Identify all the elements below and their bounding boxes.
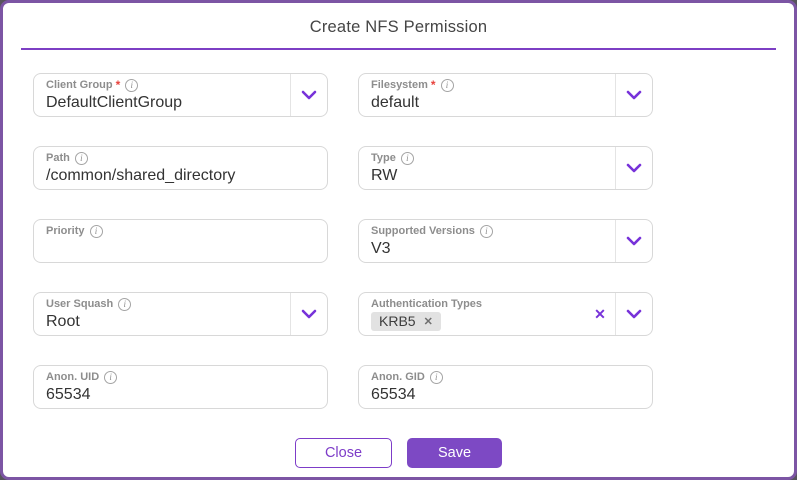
info-icon[interactable]: i bbox=[441, 79, 454, 92]
info-icon[interactable]: i bbox=[430, 371, 443, 384]
dialog-title: Create NFS Permission bbox=[21, 18, 776, 37]
filesystem-label: Filesystem bbox=[371, 79, 428, 91]
auth-type-tag-label: KRB5 bbox=[379, 313, 416, 329]
info-icon[interactable]: i bbox=[118, 298, 131, 311]
close-button[interactable]: Close bbox=[295, 438, 392, 468]
supported-versions-dropdown-toggle[interactable] bbox=[615, 220, 652, 262]
info-icon[interactable]: i bbox=[480, 225, 493, 238]
info-icon[interactable]: i bbox=[90, 225, 103, 238]
user-squash-select[interactable]: User Squash i Root bbox=[33, 292, 328, 336]
save-button[interactable]: Save bbox=[407, 438, 502, 468]
user-squash-value[interactable]: Root bbox=[46, 311, 290, 332]
info-icon[interactable]: i bbox=[401, 152, 414, 165]
client-group-label: Client Group bbox=[46, 79, 113, 91]
priority-field[interactable]: Priority i bbox=[33, 219, 328, 263]
type-dropdown-toggle[interactable] bbox=[615, 147, 652, 189]
type-value[interactable]: RW bbox=[371, 165, 615, 186]
form-grid: Client Group * i DefaultClientGroup File… bbox=[33, 73, 653, 409]
authentication-types-multiselect[interactable]: Authentication Types KRB5 ✕ ✕ bbox=[358, 292, 653, 336]
client-group-value[interactable]: DefaultClientGroup bbox=[46, 92, 290, 113]
user-squash-dropdown-toggle[interactable] bbox=[290, 293, 327, 335]
authentication-types-label: Authentication Types bbox=[371, 298, 482, 310]
supported-versions-label: Supported Versions bbox=[371, 225, 475, 237]
authentication-types-dropdown-toggle[interactable] bbox=[615, 293, 652, 335]
chevron-down-icon bbox=[301, 90, 317, 100]
info-icon[interactable]: i bbox=[75, 152, 88, 165]
supported-versions-value[interactable]: V3 bbox=[371, 238, 615, 259]
required-marker: * bbox=[116, 80, 121, 90]
client-group-dropdown-toggle[interactable] bbox=[290, 74, 327, 116]
anon-uid-label: Anon. UID bbox=[46, 371, 99, 383]
required-marker: * bbox=[431, 80, 436, 90]
tag-remove-icon[interactable]: ✕ bbox=[424, 315, 433, 328]
path-label: Path bbox=[46, 152, 70, 164]
filesystem-dropdown-toggle[interactable] bbox=[615, 74, 652, 116]
anon-gid-label: Anon. GID bbox=[371, 371, 425, 383]
type-label: Type bbox=[371, 152, 396, 164]
anon-uid-input[interactable] bbox=[46, 386, 313, 404]
filesystem-select[interactable]: Filesystem * i default bbox=[358, 73, 653, 117]
filesystem-value[interactable]: default bbox=[371, 92, 615, 113]
create-nfs-permission-dialog: Create NFS Permission Client Group * i D… bbox=[0, 0, 797, 480]
chevron-down-icon bbox=[301, 309, 317, 319]
type-select[interactable]: Type i RW bbox=[358, 146, 653, 190]
user-squash-label: User Squash bbox=[46, 298, 113, 310]
info-icon[interactable]: i bbox=[125, 79, 138, 92]
dialog-header: Create NFS Permission bbox=[21, 3, 776, 50]
path-input[interactable] bbox=[46, 167, 313, 185]
supported-versions-select[interactable]: Supported Versions i V3 bbox=[358, 219, 653, 263]
dialog-footer: Close Save bbox=[3, 438, 794, 468]
chevron-down-icon bbox=[626, 163, 642, 173]
anon-uid-field[interactable]: Anon. UID i bbox=[33, 365, 328, 409]
anon-gid-field[interactable]: Anon. GID i bbox=[358, 365, 653, 409]
chevron-down-icon bbox=[626, 309, 642, 319]
clear-selection-icon[interactable]: ✕ bbox=[585, 293, 615, 335]
chevron-down-icon bbox=[626, 90, 642, 100]
anon-gid-input[interactable] bbox=[371, 386, 638, 404]
info-icon[interactable]: i bbox=[104, 371, 117, 384]
chevron-down-icon bbox=[626, 236, 642, 246]
path-field[interactable]: Path i bbox=[33, 146, 328, 190]
client-group-select[interactable]: Client Group * i DefaultClientGroup bbox=[33, 73, 328, 117]
priority-label: Priority bbox=[46, 225, 85, 237]
auth-type-tag: KRB5 ✕ bbox=[371, 312, 441, 331]
priority-input[interactable] bbox=[46, 240, 313, 258]
